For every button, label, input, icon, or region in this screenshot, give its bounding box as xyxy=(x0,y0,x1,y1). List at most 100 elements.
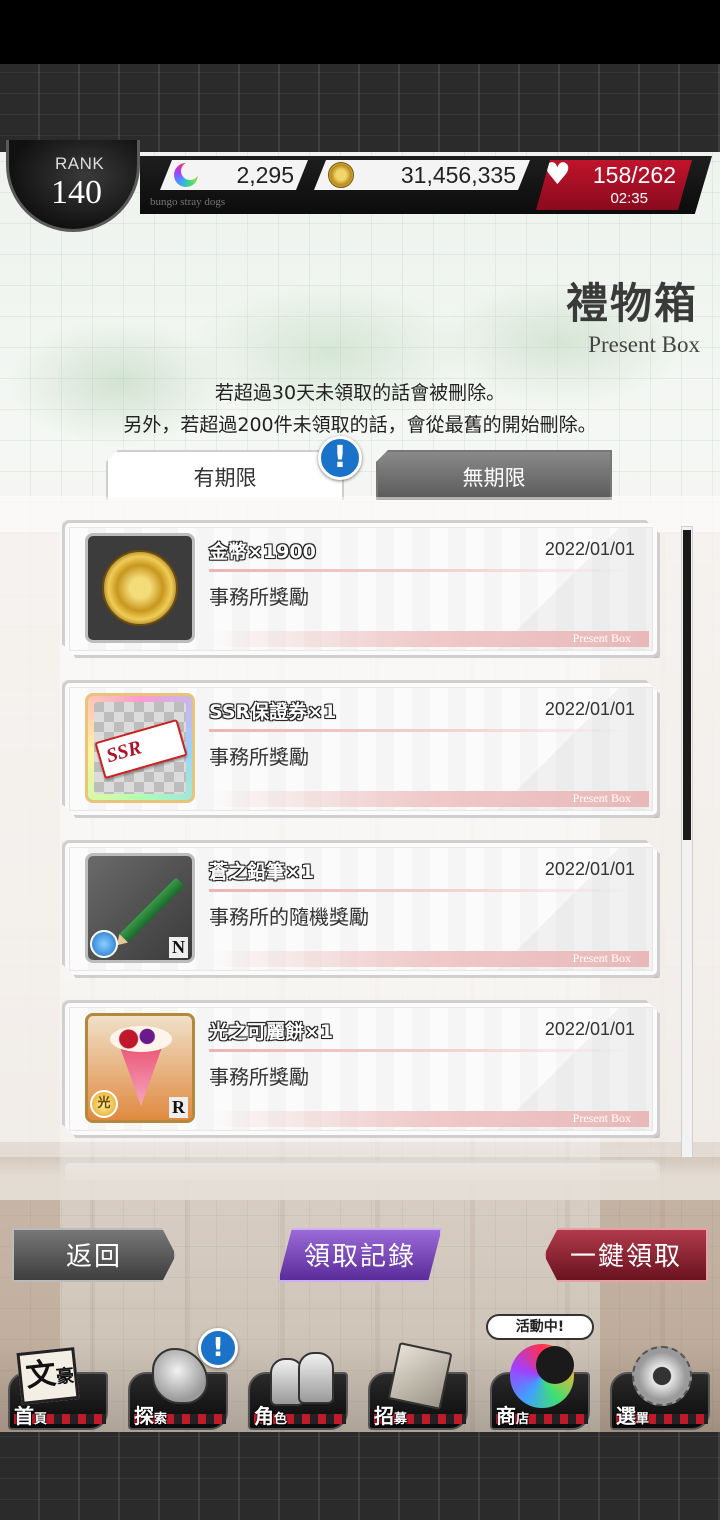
item-footer-label: Present Box xyxy=(572,951,631,965)
nav-label-sub: 單 xyxy=(636,1412,650,1427)
item-footer: Present Box xyxy=(209,791,649,807)
page-title: 禮物箱 xyxy=(565,279,698,328)
item-footer-label: Present Box xyxy=(572,631,631,645)
nav-label-sub: 頁 xyxy=(34,1412,48,1427)
item-divider xyxy=(209,889,637,892)
water-element-icon xyxy=(90,930,118,958)
item-divider xyxy=(209,569,637,572)
nav-label-main: 招 xyxy=(374,1404,394,1428)
crepe-topping-icon xyxy=(110,1026,172,1052)
bottom-grid-band xyxy=(0,1432,720,1520)
item-description: 事務所的隨機獎勵 xyxy=(209,905,369,929)
item-thumbnail: N xyxy=(85,853,195,963)
nav-home[interactable]: 文豪 首頁 xyxy=(6,1344,110,1432)
home-emblem: 文豪 xyxy=(16,1347,80,1405)
present-item[interactable]: 光 R 光之可麗餅×1 2022/01/01 事務所獎勵 Present Box xyxy=(62,1000,660,1138)
page-title-en: Present Box xyxy=(588,332,700,357)
coin-icon xyxy=(328,162,354,188)
coin-value: 31,456,335 xyxy=(400,162,516,188)
nav-label-sub: 募 xyxy=(394,1412,408,1427)
recruit-icon xyxy=(387,1342,453,1410)
ap-counter: ♥ 158/262 02:35 xyxy=(536,160,692,210)
item-name: 光之可麗餅×1 xyxy=(209,1021,334,1043)
item-divider xyxy=(209,729,637,732)
back-button[interactable]: 返回 xyxy=(12,1228,176,1282)
item-date: 2022/01/01 xyxy=(544,1019,635,1039)
item-footer-label: Present Box xyxy=(572,1111,631,1125)
nav-shop[interactable]: 商店 xyxy=(488,1344,592,1432)
tab-limited[interactable]: 有期限 xyxy=(106,450,344,500)
item-date: 2022/01/01 xyxy=(544,859,635,879)
rarity-badge: N xyxy=(169,937,188,958)
light-element-icon: 光 xyxy=(90,1090,118,1118)
claim-history-button[interactable]: 領取記錄 xyxy=(278,1228,442,1282)
gem-counter: 2,295 xyxy=(160,160,308,190)
coin-counter: 31,456,335 xyxy=(314,160,530,190)
gold-coin-icon xyxy=(102,550,178,626)
nav-menu[interactable]: 選單 xyxy=(608,1344,712,1432)
nav-label-main: 首 xyxy=(14,1404,34,1428)
present-item[interactable]: N 蒼之鉛筆×1 2022/01/01 事務所的隨機獎勵 Present Box xyxy=(62,840,660,978)
notice-line-1: 若超過30天未領取的話會被刪除。 xyxy=(214,382,506,404)
item-thumbnail: 光 R xyxy=(85,1013,195,1123)
nav-label-main: 角 xyxy=(254,1404,274,1428)
game-subtitle: bungo stray dogs xyxy=(150,196,226,208)
crescent-gem-icon xyxy=(510,1344,574,1408)
list-fade xyxy=(0,1140,720,1200)
item-date: 2022/01/01 xyxy=(544,699,635,719)
nav-label-menu: 選單 xyxy=(616,1400,649,1429)
present-item[interactable]: SSR SSR保證券×1 2022/01/01 事務所獎勵 Present Bo… xyxy=(62,680,660,818)
nav-label-home: 首頁 xyxy=(14,1400,47,1429)
tab-unlimited[interactable]: 無期限 xyxy=(376,450,612,500)
scrollbar-thumb[interactable] xyxy=(683,530,691,840)
exclamation-alert-icon: ! xyxy=(198,1328,238,1368)
item-divider xyxy=(209,1049,637,1052)
ap-max: /262 xyxy=(631,162,676,188)
nav-label-main: 商 xyxy=(496,1404,516,1428)
characters-icon xyxy=(268,1344,334,1408)
event-active-tag: 活動中! xyxy=(486,1314,594,1340)
item-footer-label: Present Box xyxy=(572,791,631,805)
menu-icon xyxy=(630,1344,694,1408)
item-name: SSR保證券×1 xyxy=(209,701,337,723)
home-emblem-char-2: 豪 xyxy=(55,1365,76,1389)
nav-label-characters: 角色 xyxy=(254,1400,287,1429)
present-item[interactable]: 金幣×1900 2022/01/01 事務所獎勵 Present Box xyxy=(62,520,660,658)
item-description: 事務所獎勵 xyxy=(209,745,309,769)
nav-label-sub: 店 xyxy=(516,1412,530,1427)
home-emblem-char: 文 xyxy=(24,1356,58,1395)
gear-icon xyxy=(632,1346,692,1406)
nav-label-shop: 商店 xyxy=(496,1400,529,1429)
shop-icon xyxy=(510,1344,574,1408)
people-icon xyxy=(268,1348,334,1406)
nav-label-sub: 索 xyxy=(154,1412,168,1427)
claim-all-button[interactable]: 一鍵領取 xyxy=(544,1228,708,1282)
rank-value: 140 xyxy=(51,174,102,211)
nav-label-explore: 探索 xyxy=(134,1400,167,1429)
nav-characters[interactable]: 角色 xyxy=(246,1344,350,1432)
crescent-gem-icon xyxy=(174,163,198,187)
nav-label-main: 探 xyxy=(134,1404,154,1428)
ticket-text: SSR xyxy=(103,736,145,768)
ap-current: 158 xyxy=(592,162,632,188)
nav-label-recruit: 招募 xyxy=(374,1400,407,1429)
item-description: 事務所獎勵 xyxy=(209,1065,309,1089)
nav-label-sub: 色 xyxy=(274,1412,288,1427)
nav-label-main: 選 xyxy=(616,1404,636,1428)
item-footer: Present Box xyxy=(209,951,649,967)
nav-recruit[interactable]: 招募 xyxy=(366,1342,470,1432)
exclamation-alert-icon: ! xyxy=(318,436,362,480)
item-description: 事務所獎勵 xyxy=(209,585,309,609)
ap-timer: 02:35 xyxy=(610,190,648,207)
gem-value: 2,295 xyxy=(236,162,294,188)
item-thumbnail xyxy=(85,533,195,643)
top-black-bar xyxy=(0,0,720,64)
home-icon: 文豪 xyxy=(16,1344,80,1408)
item-date: 2022/01/01 xyxy=(544,539,635,559)
item-footer: Present Box xyxy=(209,631,649,647)
rarity-badge: R xyxy=(169,1097,188,1118)
ap-value: 158/262 xyxy=(593,162,676,189)
present-box-screen: RANK 140 bungo stray dogs 2,295 31,456,3… xyxy=(0,0,720,1520)
item-footer: Present Box xyxy=(209,1111,649,1127)
notice-line-2: 另外，若超過200件未領取的話，會從最舊的開始刪除。 xyxy=(123,414,597,436)
